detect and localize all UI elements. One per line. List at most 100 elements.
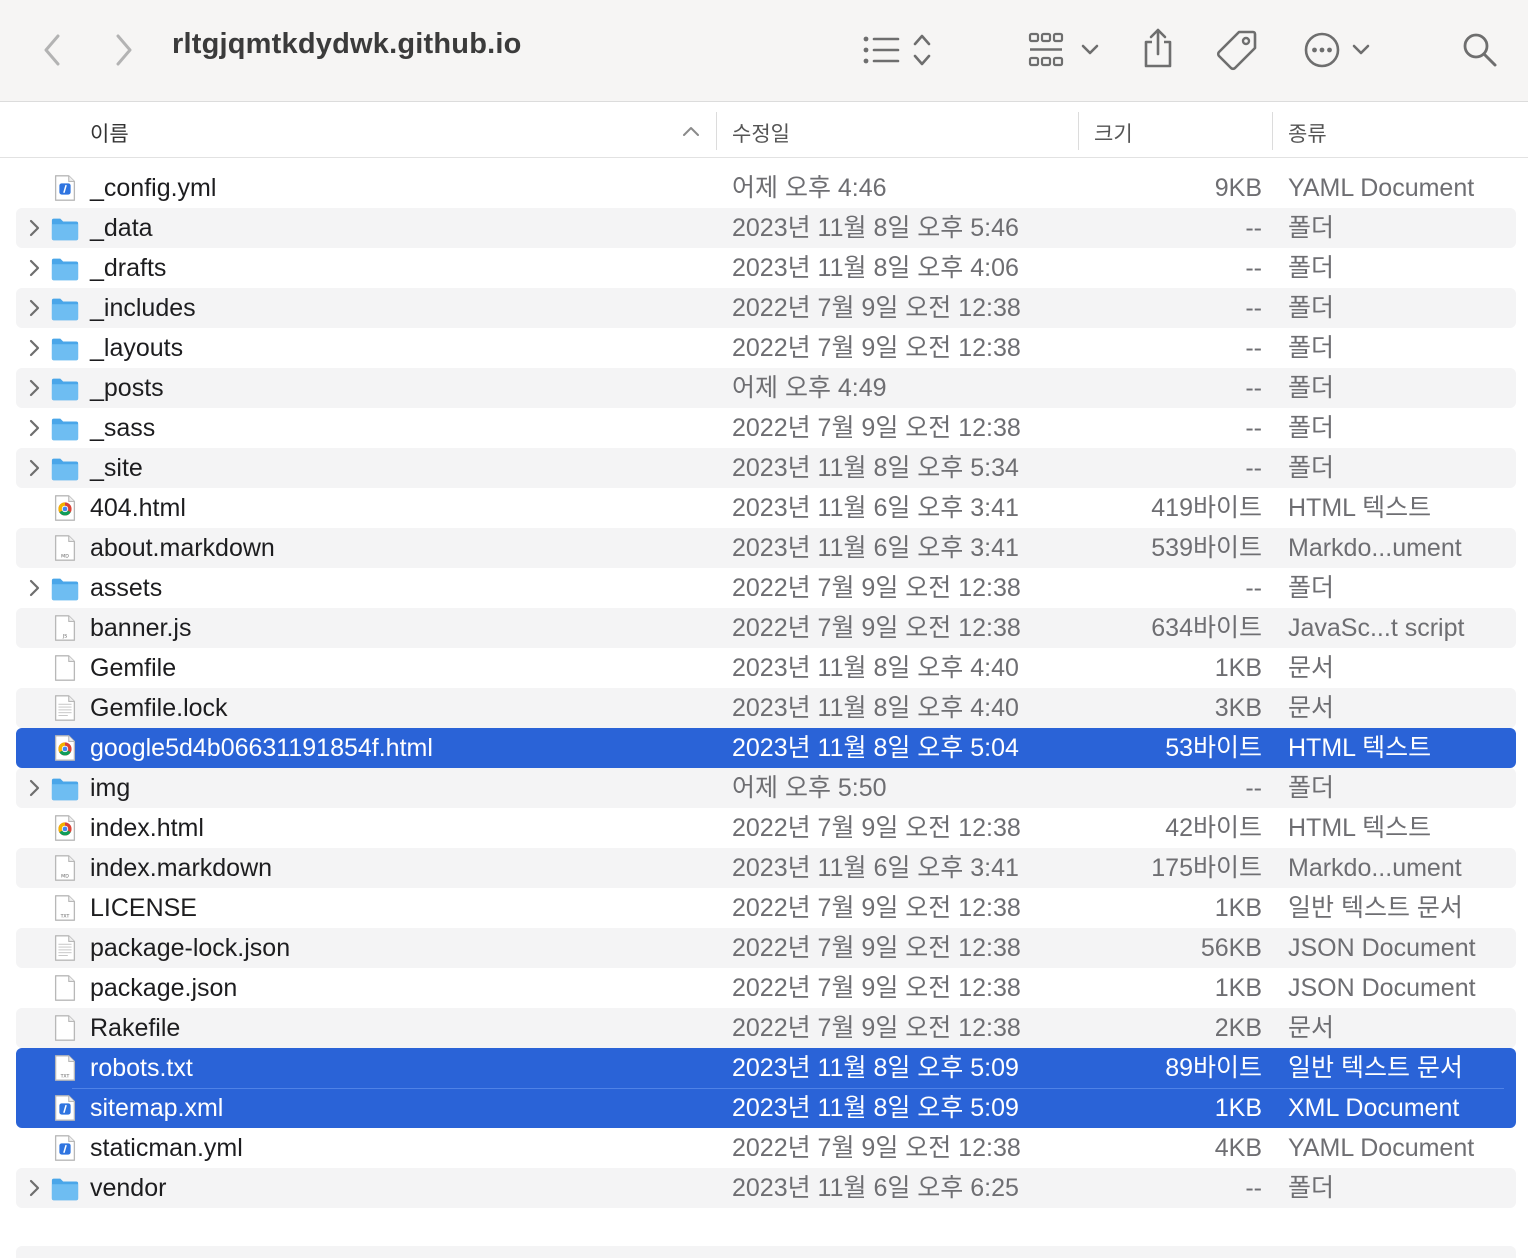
modified-date: 2023년 11월 6일 오후 6:25	[732, 1174, 1019, 1202]
file-name: about.markdown	[90, 534, 275, 562]
file-row-google5d4b06631191854f-html[interactable]: google5d4b06631191854f.html 2023년 11월 8일 …	[16, 728, 1516, 768]
svg-text:JS: JS	[62, 633, 67, 639]
file-size: 89바이트	[1165, 1054, 1262, 1082]
column-date[interactable]: 수정일	[732, 118, 790, 148]
grid-group-icon[interactable]	[1026, 28, 1102, 72]
file-row-banner-js[interactable]: JS banner.js 2022년 7월 9일 오전 12:38 634바이트 Jav…	[16, 608, 1516, 648]
folder-icon	[50, 1173, 80, 1203]
folder-row-img[interactable]: img 어제 오후 5:50 -- 폴더	[16, 768, 1516, 808]
disclosure-chevron-icon[interactable]	[26, 1178, 42, 1198]
file-row-package-json[interactable]: package.json 2022년 7월 9일 오전 12:38 1KB JSON …	[16, 968, 1516, 1008]
lines-file-icon	[50, 693, 80, 723]
file-kind: YAML Document	[1288, 174, 1475, 202]
column-kind[interactable]: 종류	[1288, 118, 1327, 148]
folder-row-vendor[interactable]: vendor 2023년 11월 6일 오후 6:25 -- 폴더	[16, 1168, 1516, 1208]
file-size: 634바이트	[1151, 614, 1262, 642]
file-name: package.json	[90, 974, 238, 1002]
file-kind: HTML 텍스트	[1288, 734, 1432, 762]
ellipsis-circle-icon[interactable]	[1302, 30, 1374, 70]
file-kind: JSON Document	[1288, 974, 1476, 1002]
list-bottom-stripe	[16, 1246, 1516, 1258]
folder-row-sass[interactable]: _sass 2022년 7월 9일 오전 12:38 -- 폴더	[16, 408, 1516, 448]
folder-icon	[50, 253, 80, 283]
blank-file-icon	[50, 1013, 80, 1043]
html-file-icon	[50, 733, 80, 763]
disclosure-chevron-icon[interactable]	[26, 298, 42, 318]
sort-ascending-icon[interactable]	[680, 120, 702, 142]
file-size: --	[1245, 214, 1262, 242]
magnifier-icon[interactable]	[1460, 30, 1500, 70]
file-kind: 폴더	[1288, 1174, 1335, 1202]
file-row-about-markdown[interactable]: MD about.markdown 2023년 11월 6일 오후 3:41 539바…	[16, 528, 1516, 568]
folder-row-includes[interactable]: _includes 2022년 7월 9일 오전 12:38 -- 폴더	[16, 288, 1516, 328]
file-name: 404.html	[90, 494, 186, 522]
folder-row-data[interactable]: _data 2023년 11월 8일 오후 5:46 -- 폴더	[16, 208, 1516, 248]
file-kind: Markdo...ument	[1288, 854, 1462, 882]
file-kind: 폴더	[1288, 414, 1335, 442]
modified-date: 2023년 11월 8일 오후 5:09	[732, 1094, 1019, 1122]
file-row-package-lock-json[interactable]: package-lock.json 2022년 7월 9일 오전 12:38 56K…	[16, 928, 1516, 968]
folder-row-posts[interactable]: _posts 어제 오후 4:49 -- 폴더	[16, 368, 1516, 408]
file-name: google5d4b06631191854f.html	[90, 734, 433, 762]
disclosure-chevron-icon[interactable]	[26, 778, 42, 798]
file-size: --	[1245, 774, 1262, 802]
disclosure-chevron-icon[interactable]	[26, 378, 42, 398]
blank-file-icon	[50, 653, 80, 683]
column-divider[interactable]	[716, 112, 717, 150]
file-row-404-html[interactable]: 404.html 2023년 11월 6일 오후 3:41 419바이트 HTML 텍…	[16, 488, 1516, 528]
file-kind: YAML Document	[1288, 1134, 1475, 1162]
file-row-index-markdown[interactable]: MD index.markdown 2023년 11월 6일 오후 3:41 175바…	[16, 848, 1516, 888]
file-kind: 문서	[1288, 694, 1335, 722]
modified-date: 2023년 11월 8일 오후 4:40	[732, 654, 1019, 682]
folder-row-layouts[interactable]: _layouts 2022년 7월 9일 오전 12:38 -- 폴더	[16, 328, 1516, 368]
file-name: index.html	[90, 814, 204, 842]
chevron-left-icon[interactable]	[36, 30, 68, 70]
column-divider[interactable]	[1078, 112, 1079, 150]
disclosure-chevron-icon[interactable]	[26, 418, 42, 438]
disclosure-chevron-icon[interactable]	[26, 578, 42, 598]
tag-icon[interactable]	[1214, 28, 1260, 72]
file-row-config-yml[interactable]: _config.yml 어제 오후 4:46 9KB YAML Document	[16, 168, 1516, 208]
folder-row-assets[interactable]: assets 2022년 7월 9일 오전 12:38 -- 폴더	[16, 568, 1516, 608]
share-icon[interactable]	[1138, 26, 1178, 70]
modified-date: 2022년 7월 9일 오전 12:38	[732, 334, 1021, 362]
file-row-gemfile[interactable]: Gemfile 2023년 11월 8일 오후 4:40 1KB 문서	[16, 648, 1516, 688]
html-file-icon	[50, 493, 80, 523]
file-size: --	[1245, 334, 1262, 362]
file-size: 1KB	[1214, 1094, 1262, 1122]
file-size: 42바이트	[1165, 814, 1262, 842]
file-size: --	[1245, 294, 1262, 322]
file-row-rakefile[interactable]: Rakefile 2022년 7월 9일 오전 12:38 2KB 문서	[16, 1008, 1516, 1048]
chevron-right-icon[interactable]	[108, 30, 140, 70]
modified-date: 2023년 11월 8일 오후 5:09	[732, 1054, 1019, 1082]
column-divider[interactable]	[1272, 112, 1273, 150]
disclosure-chevron-icon[interactable]	[26, 218, 42, 238]
column-size[interactable]: 크기	[1094, 118, 1133, 148]
file-name: _posts	[90, 374, 164, 402]
file-row-license[interactable]: TXT LICENSE 2022년 7월 9일 오전 12:38 1KB 일반 텍스트 …	[16, 888, 1516, 928]
file-kind: 폴더	[1288, 574, 1335, 602]
list-view-icon[interactable]	[860, 30, 938, 70]
disclosure-chevron-icon[interactable]	[26, 458, 42, 478]
file-kind: 일반 텍스트 문서	[1288, 1054, 1463, 1082]
folder-icon	[50, 573, 80, 603]
file-name: img	[90, 774, 131, 802]
file-row-staticman-yml[interactable]: staticman.yml 2022년 7월 9일 오전 12:38 4KB YAML…	[16, 1128, 1516, 1168]
file-kind: 폴더	[1288, 454, 1335, 482]
modified-date: 2023년 11월 8일 오후 5:04	[732, 734, 1019, 762]
file-row-sitemap-xml[interactable]: sitemap.xml 2023년 11월 8일 오후 5:09 1KB XML Do…	[16, 1088, 1516, 1128]
column-name[interactable]: 이름	[90, 118, 129, 148]
folder-row-drafts[interactable]: _drafts 2023년 11월 8일 오후 4:06 -- 폴더	[16, 248, 1516, 288]
file-row-gemfile-lock[interactable]: Gemfile.lock 2023년 11월 8일 오후 4:40 3KB 문서	[16, 688, 1516, 728]
svg-text:TXT: TXT	[60, 913, 70, 919]
folder-row-site[interactable]: _site 2023년 11월 8일 오후 5:34 -- 폴더	[16, 448, 1516, 488]
disclosure-chevron-icon[interactable]	[26, 338, 42, 358]
file-name: _sass	[90, 414, 156, 442]
file-size: 419바이트	[1151, 494, 1262, 522]
disclosure-chevron-icon[interactable]	[26, 258, 42, 278]
toolbar: rltgjqmtkdydwk.github.io	[0, 0, 1528, 102]
modified-date: 2022년 7월 9일 오전 12:38	[732, 614, 1021, 642]
file-name: LICENSE	[90, 894, 197, 922]
file-row-robots-txt[interactable]: TXT robots.txt 2023년 11월 8일 오후 5:09 89바이트 일반…	[16, 1048, 1516, 1088]
file-row-index-html[interactable]: index.html 2022년 7월 9일 오전 12:38 42바이트 HTML …	[16, 808, 1516, 848]
